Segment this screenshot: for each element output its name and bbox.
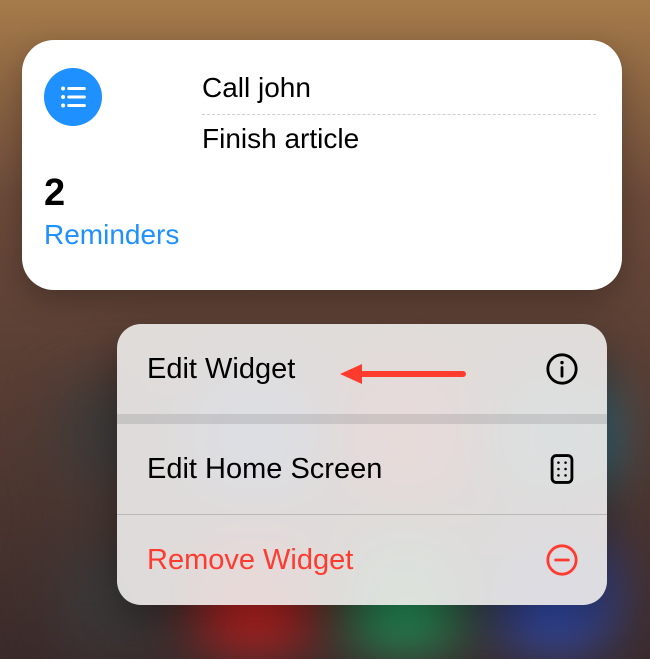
app-grid-icon: [545, 452, 579, 486]
menu-label: Edit Home Screen: [147, 453, 382, 486]
menu-item-edit-home-screen[interactable]: Edit Home Screen: [117, 424, 607, 514]
widget-title: Reminders: [44, 219, 192, 251]
reminder-item: Finish article: [202, 115, 596, 165]
menu-separator: [117, 414, 607, 424]
reminder-item: Call john: [202, 64, 596, 115]
menu-item-remove-widget[interactable]: Remove Widget: [117, 515, 607, 605]
menu-label: Remove Widget: [147, 544, 353, 577]
reminders-widget[interactable]: 2 Reminders Call john Finish article: [22, 40, 622, 290]
context-menu: Edit Widget Edit Home Screen Remove: [117, 324, 607, 605]
reminder-count: 2: [44, 172, 202, 215]
menu-item-edit-widget[interactable]: Edit Widget: [117, 324, 607, 414]
list-icon: [44, 68, 102, 126]
info-icon: [545, 352, 579, 386]
remove-icon: [545, 543, 579, 577]
menu-label: Edit Widget: [147, 353, 295, 386]
